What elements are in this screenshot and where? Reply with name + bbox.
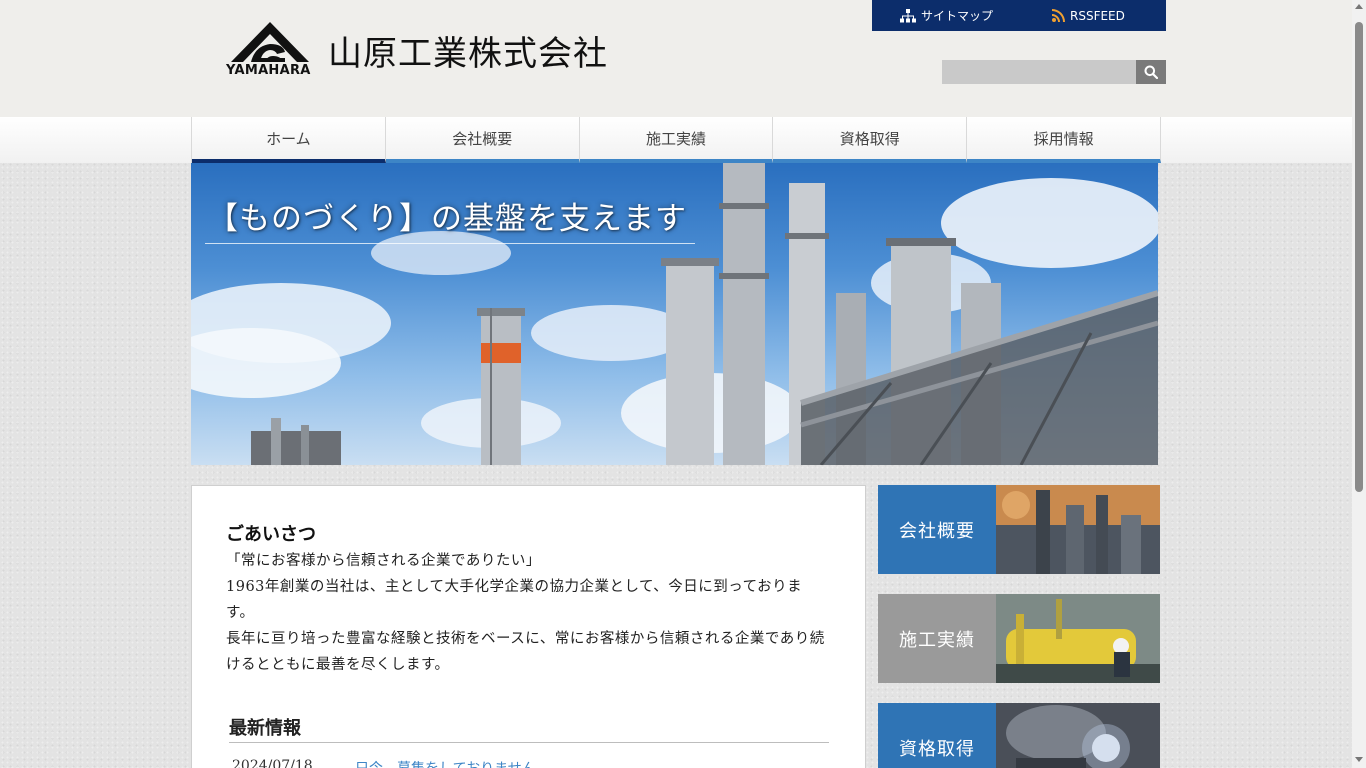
- hero-caption: 【ものづくり】の基盤を支えます: [207, 201, 687, 237]
- rss-feed-link[interactable]: RSSFEED: [1052, 9, 1125, 23]
- nav-label: 採用情報: [1033, 130, 1094, 148]
- global-nav: ホーム 会社概要 施工実績 資格取得 採用情報: [191, 117, 1161, 163]
- vertical-scrollbar[interactable]: [1352, 0, 1366, 768]
- search-icon: [1144, 65, 1158, 79]
- greeting-line: 「常にお客様から信頼される企業でありたい」: [226, 553, 541, 569]
- sitemap-icon: [900, 8, 916, 22]
- banner-company-image: [996, 485, 1160, 574]
- rss-label: RSSFEED: [1070, 8, 1125, 23]
- nav-label: 会社概要: [452, 130, 513, 148]
- scroll-down-arrow-icon[interactable]: [1355, 757, 1363, 762]
- nav-item-home[interactable]: ホーム: [192, 117, 386, 163]
- banner-qualifications[interactable]: 資格取得: [878, 703, 1160, 768]
- greeting-line: 長年に亘り培った豊富な経験と技術をベースに、常にお客様から信頼される企業であり続…: [226, 631, 825, 673]
- greeting-title: ごあいさつ: [226, 524, 316, 545]
- banner-label: 施工実績: [878, 594, 996, 683]
- header: YAMAHARA 山原工業株式会社 サイトマップ RSSFEED: [0, 0, 1352, 117]
- nav-item-qualifications[interactable]: 資格取得: [773, 117, 968, 163]
- rss-icon: [1052, 9, 1065, 22]
- nav-label: 資格取得: [839, 130, 900, 148]
- nav-item-recruit[interactable]: 採用情報: [967, 117, 1161, 163]
- search-button[interactable]: [1136, 60, 1166, 84]
- welding-image: [996, 703, 1160, 768]
- company-name[interactable]: 山原工業株式会社: [328, 26, 608, 75]
- global-nav-bar: ホーム 会社概要 施工実績 資格取得 採用情報: [0, 117, 1352, 163]
- banner-works[interactable]: 施工実績: [878, 594, 1160, 683]
- banner-qualifications-image: [996, 703, 1160, 768]
- logo-text: YAMAHARA: [226, 63, 311, 78]
- scroll-thumb[interactable]: [1355, 22, 1363, 492]
- news-item: 2024/07/18 只今、募集をしておりません: [232, 758, 536, 768]
- yellow-machinery-image: [996, 594, 1160, 683]
- nav-item-company[interactable]: 会社概要: [385, 117, 580, 163]
- sitemap-label: サイトマップ: [921, 9, 994, 23]
- nav-label: ホーム: [266, 130, 311, 148]
- banner-company[interactable]: 会社概要: [878, 485, 1160, 574]
- banner-works-image: [996, 594, 1160, 683]
- banner-label: 会社概要: [878, 485, 996, 574]
- news-date: 2024/07/18: [232, 758, 313, 768]
- news-title: 最新情報: [229, 718, 301, 739]
- hero-caption-underline: [205, 243, 695, 244]
- nav-label: 施工実績: [645, 130, 706, 148]
- hero-banner: 【ものづくり】の基盤を支えます: [191, 163, 1158, 465]
- plant-sunset-image: [996, 485, 1160, 574]
- scroll-up-arrow-icon[interactable]: [1355, 4, 1363, 9]
- sitemap-link[interactable]: サイトマップ: [900, 7, 993, 24]
- news-link[interactable]: 只今、募集をしておりません: [355, 758, 536, 768]
- top-utility-bar: サイトマップ RSSFEED: [872, 0, 1166, 31]
- banner-label: 資格取得: [878, 703, 996, 768]
- greeting-line: 1963年創業の当社は、主として大手化学企業の協力企業として、今日に到っておりま…: [226, 579, 803, 621]
- greeting-section: ごあいさつ 「常にお客様から信頼される企業でありたい」 1963年創業の当社は、…: [191, 485, 866, 768]
- nav-item-works[interactable]: 施工実績: [579, 117, 774, 163]
- greeting-body: 「常にお客様から信頼される企業でありたい」 1963年創業の当社は、主として大手…: [226, 548, 826, 678]
- search-input[interactable]: [942, 60, 1136, 84]
- news-divider: [229, 742, 829, 743]
